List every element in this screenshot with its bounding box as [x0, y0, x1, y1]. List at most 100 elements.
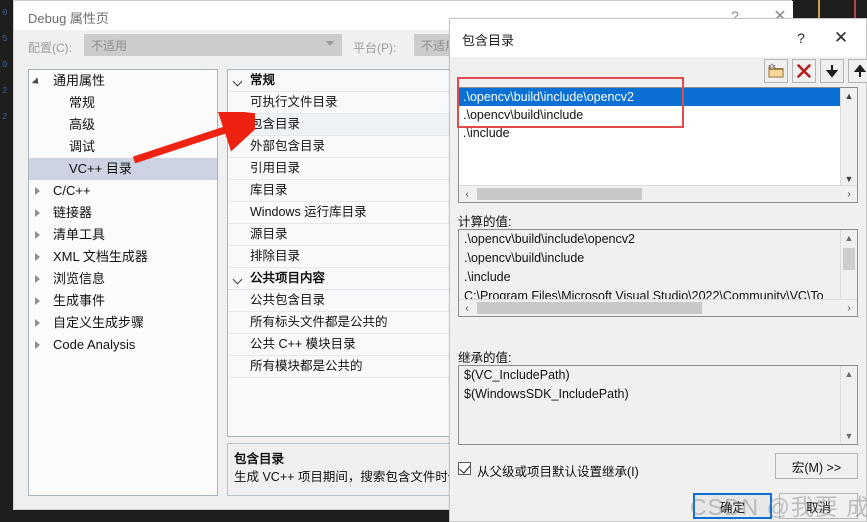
- tree-item-label: 链接器: [53, 205, 93, 220]
- property-row-exclude-directories[interactable]: 排除目录: [228, 246, 452, 268]
- directories-listbox[interactable]: .\opencv\build\include\opencv2 .\opencv\…: [458, 87, 858, 203]
- tree-item-browse-information[interactable]: 浏览信息: [29, 268, 217, 290]
- move-down-button[interactable]: [820, 59, 844, 83]
- property-group-public-project-content[interactable]: 公共项目内容: [228, 268, 452, 290]
- tree-item-label: XML 文档生成器: [53, 249, 148, 264]
- tree-item-label: 生成事件: [53, 293, 106, 308]
- horizontal-scrollbar[interactable]: ‹ ›: [459, 185, 857, 202]
- expander-closed-icon[interactable]: [29, 180, 47, 202]
- scroll-right-icon[interactable]: ›: [841, 300, 857, 316]
- expander-closed-icon[interactable]: [29, 202, 47, 224]
- expander-open-icon[interactable]: [29, 70, 47, 92]
- inherited-value-label: 继承的值:: [458, 351, 512, 365]
- inherited-line: $(VC_IncludePath): [464, 368, 570, 382]
- inherit-checkbox[interactable]: [458, 462, 471, 475]
- tree-item-advanced[interactable]: 高级: [29, 114, 217, 136]
- tree-item-code-analysis[interactable]: Code Analysis: [29, 334, 217, 356]
- help-icon[interactable]: ?: [782, 19, 820, 57]
- list-item[interactable]: .\opencv\build\include: [459, 106, 857, 124]
- scrollbar-thumb[interactable]: [843, 248, 855, 270]
- property-row-public-cpp-module-directories[interactable]: 公共 C++ 模块目录: [228, 334, 452, 356]
- vertical-scrollbar[interactable]: ▲ ▼: [840, 366, 857, 444]
- tree-item-label: 浏览信息: [53, 271, 106, 286]
- move-up-button[interactable]: [848, 59, 867, 83]
- tree-item-linker[interactable]: 链接器: [29, 202, 217, 224]
- property-row-external-include-directories[interactable]: 外部包含目录: [228, 136, 452, 158]
- expander-closed-icon[interactable]: [29, 290, 47, 312]
- scroll-left-icon[interactable]: ‹: [459, 186, 475, 202]
- vertical-scrollbar[interactable]: ▲ ▼: [840, 88, 857, 187]
- ok-button[interactable]: 确定: [693, 493, 772, 519]
- property-group-general[interactable]: 常规: [228, 70, 452, 92]
- editor-line-number-gutter: 0 5 0 2 2: [0, 0, 14, 522]
- property-row-executable-directories[interactable]: 可执行文件目录: [228, 92, 452, 114]
- expander-closed-icon[interactable]: [29, 334, 47, 356]
- delete-x-icon: [797, 64, 811, 78]
- property-label: 包含目录: [250, 117, 301, 131]
- property-row-all-modules-are-public[interactable]: 所有模块都是公共的: [228, 356, 452, 378]
- horizontal-scrollbar[interactable]: ‹ ›: [459, 299, 857, 316]
- settings-tree[interactable]: 通用属性 常规 高级 调试 VC++ 目录 C/C++ 链接器 清单工具 XML…: [28, 69, 218, 496]
- property-label: 所有模块都是公共的: [250, 359, 363, 373]
- list-item[interactable]: .\opencv\build\include\opencv2: [459, 88, 840, 106]
- expander-closed-icon[interactable]: [29, 246, 47, 268]
- expander-closed-icon[interactable]: [29, 268, 47, 290]
- property-row-include-directories[interactable]: 包含目录: [228, 114, 452, 136]
- tree-item-manifest-tool[interactable]: 清单工具: [29, 224, 217, 246]
- tree-item-build-events[interactable]: 生成事件: [29, 290, 217, 312]
- list-item[interactable]: .\include: [459, 124, 857, 142]
- tree-item-general-properties[interactable]: 通用属性: [29, 70, 217, 92]
- scroll-down-icon[interactable]: ▼: [841, 428, 857, 444]
- property-row-public-include-directories[interactable]: 公共包含目录: [228, 290, 452, 312]
- property-row-source-directories[interactable]: 源目录: [228, 224, 452, 246]
- new-folder-icon: [768, 63, 784, 78]
- expander-closed-icon[interactable]: [29, 312, 47, 334]
- scroll-right-icon[interactable]: ›: [841, 186, 857, 202]
- chevron-down-icon: [326, 41, 334, 46]
- chevron-down-icon: [234, 77, 242, 85]
- gutter-number: 0: [2, 8, 8, 18]
- tree-item-label: 清单工具: [53, 227, 106, 242]
- new-folder-button[interactable]: [764, 59, 788, 83]
- tree-item-general[interactable]: 常规: [29, 92, 217, 114]
- scroll-up-icon[interactable]: ▲: [841, 366, 857, 382]
- tree-item-label: VC++ 目录: [69, 161, 132, 176]
- delete-button[interactable]: [792, 59, 816, 83]
- dialog-title: 包含目录: [462, 33, 515, 48]
- tree-item-debugging[interactable]: 调试: [29, 136, 217, 158]
- property-grid[interactable]: 常规 可执行文件目录 包含目录 外部包含目录 引用目录 库目录 Windows …: [227, 69, 453, 437]
- property-row-library-directories[interactable]: 库目录: [228, 180, 452, 202]
- inherit-checkbox-label: 从父级或项目默认设置继承(I): [477, 465, 639, 479]
- tree-item-custom-build-step[interactable]: 自定义生成步骤: [29, 312, 217, 334]
- tree-item-xml-doc-generator[interactable]: XML 文档生成器: [29, 246, 217, 268]
- page-title: Debug 属性页: [28, 11, 109, 26]
- inherited-value-box[interactable]: $(VC_IncludePath) $(WindowsSDK_IncludePa…: [458, 365, 858, 445]
- evaluated-line: .\include: [464, 270, 511, 284]
- tree-item-label: Code Analysis: [53, 337, 136, 352]
- property-label: 库目录: [250, 183, 288, 197]
- cancel-button[interactable]: 取消: [779, 493, 858, 519]
- property-label: 源目录: [250, 227, 288, 241]
- scrollbar-thumb[interactable]: [477, 302, 702, 314]
- scroll-up-icon[interactable]: ▲: [841, 230, 857, 246]
- property-row-windows-runtime-directories[interactable]: Windows 运行库目录: [228, 202, 452, 224]
- gutter-number: 5: [2, 34, 8, 44]
- property-description-pane: 包含目录 生成 VC++ 项目期间，搜索包含文件时使用: [227, 443, 453, 496]
- description-text: 生成 VC++ 项目期间，搜索包含文件时使用: [234, 470, 453, 484]
- property-label: 公共包含目录: [250, 293, 326, 307]
- evaluated-value-box[interactable]: .\opencv\build\include\opencv2 .\opencv\…: [458, 229, 858, 317]
- close-icon[interactable]: ✕: [822, 19, 860, 57]
- macros-button[interactable]: 宏(M) >>: [775, 453, 858, 479]
- property-row-all-headers-are-public[interactable]: 所有标头文件都是公共的: [228, 312, 452, 334]
- scroll-up-icon[interactable]: ▲: [841, 88, 857, 104]
- expander-closed-icon[interactable]: [29, 224, 47, 246]
- scrollbar-thumb[interactable]: [477, 188, 642, 200]
- arrow-up-icon: [853, 64, 867, 77]
- configuration-select[interactable]: 不适用: [84, 34, 342, 56]
- tree-item-vcpp-directories[interactable]: VC++ 目录: [29, 158, 217, 180]
- platform-label: 平台(P):: [353, 41, 397, 55]
- property-label: 可执行文件目录: [250, 95, 338, 109]
- scroll-left-icon[interactable]: ‹: [459, 300, 475, 316]
- property-row-reference-directories[interactable]: 引用目录: [228, 158, 452, 180]
- tree-item-c-cpp[interactable]: C/C++: [29, 180, 217, 202]
